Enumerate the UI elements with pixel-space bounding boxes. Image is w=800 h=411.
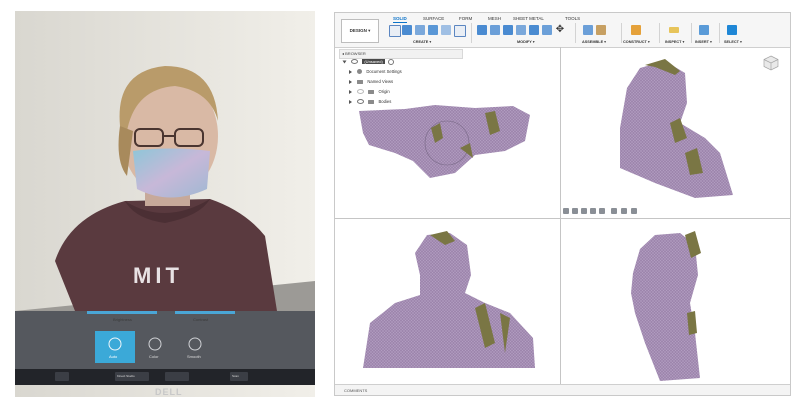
face-mask — [133, 148, 210, 198]
fit-icon[interactable] — [599, 208, 605, 214]
shirt-text: MIT — [133, 263, 183, 288]
photo-taskbar: Kinect Studio Scan — [15, 369, 315, 385]
option-smooth-label: Smooth — [187, 354, 201, 359]
display-settings-icon[interactable] — [611, 208, 617, 214]
option-auto-label: Auto — [109, 354, 118, 359]
viewcube-icon[interactable] — [763, 55, 779, 71]
taskbar-item: Scan — [230, 372, 248, 381]
taskbar-item — [165, 372, 189, 381]
taskbar-item — [55, 372, 69, 381]
grid-settings-icon[interactable] — [621, 208, 627, 214]
viewports-icon[interactable] — [631, 208, 637, 214]
contrast-label: Contrast — [193, 317, 209, 322]
viewport-meshes — [359, 59, 733, 381]
comments-panel[interactable]: COMMENTS — [335, 384, 790, 395]
kinect-scan-photo: MIT Brightness Contrast Auto Color Smoot… — [15, 11, 315, 397]
pan-icon[interactable] — [581, 208, 587, 214]
mesh-iso-view[interactable] — [620, 59, 733, 198]
zoom-icon[interactable] — [590, 208, 596, 214]
mesh-front-view[interactable] — [363, 231, 535, 368]
brightness-label: Brightness — [113, 317, 132, 322]
orbit-icon[interactable] — [563, 208, 569, 214]
option-color-label: Color — [149, 354, 159, 359]
look-at-icon[interactable] — [572, 208, 578, 214]
mesh-side-view[interactable] — [631, 231, 701, 381]
monitor-brand: DELL — [155, 387, 183, 397]
taskbar-item: Kinect Studio — [115, 372, 149, 381]
fusion-app-window: DESIGN ▾ SOLID SURFACE FORM MESH SHEET M… — [334, 12, 791, 396]
navigation-bar — [563, 208, 663, 216]
mesh-top-view[interactable] — [359, 105, 530, 178]
comments-label: COMMENTS — [344, 388, 368, 393]
photo-scene — [15, 11, 315, 397]
